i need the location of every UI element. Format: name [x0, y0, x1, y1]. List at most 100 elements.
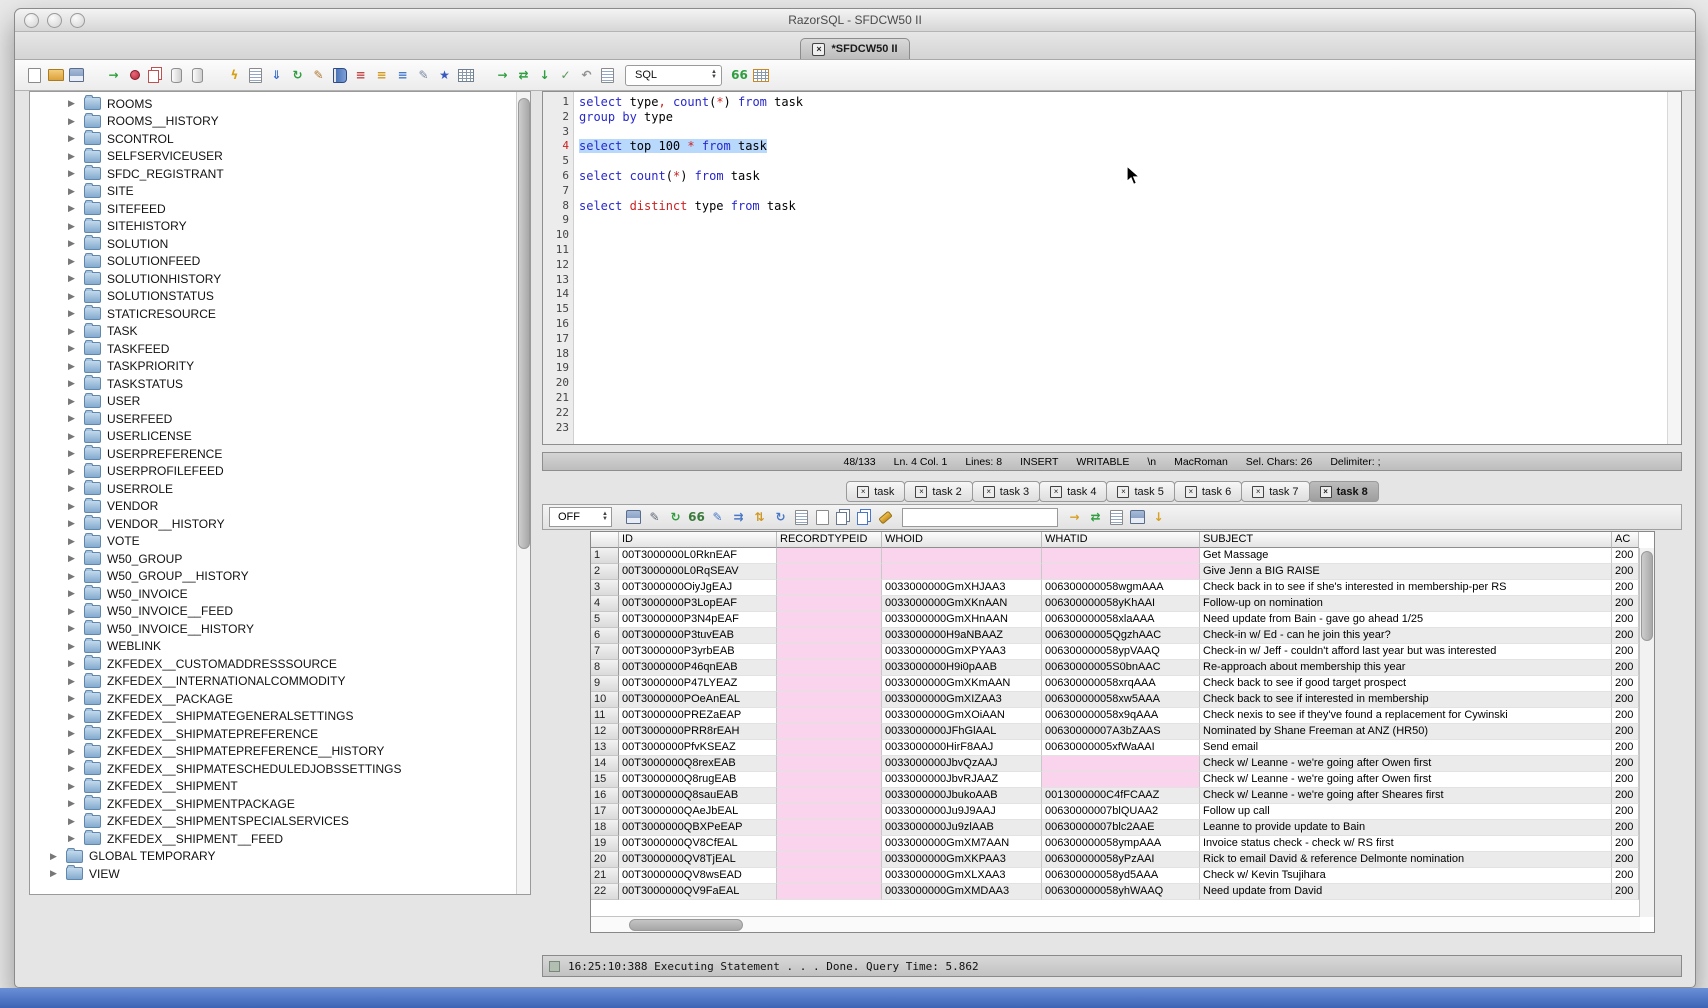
close-result-tab-icon[interactable]: ×	[1117, 486, 1129, 498]
table-cell[interactable]: 006300000058yhWAAQ	[1042, 884, 1200, 900]
download-results-icon[interactable]	[1149, 508, 1168, 527]
row-number[interactable]: 14	[591, 756, 619, 772]
table-cell[interactable]: 00630000005xfWaAAI	[1042, 740, 1200, 756]
export-results-icon[interactable]	[1086, 508, 1105, 527]
tree-item-view[interactable]: ▶VIEW	[30, 865, 516, 883]
table-cell[interactable]: 006300000058yd5AAA	[1042, 868, 1200, 884]
table-cell[interactable]: 200	[1612, 692, 1639, 708]
edit-table-data-icon[interactable]	[751, 66, 770, 85]
table-cell[interactable]: 006300000058yPzAAI	[1042, 852, 1200, 868]
tree-item-staticresource[interactable]: ▶STATICRESOURCE	[30, 305, 516, 323]
disclosure-triangle-icon[interactable]: ▶	[68, 536, 79, 547]
tree-item-userfeed[interactable]: ▶USERFEED	[30, 410, 516, 428]
tree-scrollbar[interactable]	[516, 92, 530, 894]
table-cell[interactable]	[777, 596, 882, 612]
disclosure-triangle-icon[interactable]: ▶	[68, 623, 79, 634]
table-cell[interactable]: 006300000058yKhAAI	[1042, 596, 1200, 612]
table-cell[interactable]: Check nexis to see if they've found a re…	[1200, 708, 1612, 724]
column-header-whoid[interactable]: WHOID	[882, 532, 1042, 548]
undo-icon[interactable]	[577, 66, 596, 85]
tree-item-rooms-history[interactable]: ▶ROOMS__HISTORY	[30, 113, 516, 131]
delete-connection-icon[interactable]	[146, 66, 165, 85]
result-tab-task-7[interactable]: ×task 7	[1241, 481, 1309, 502]
table-cell[interactable]	[777, 628, 882, 644]
table-cell[interactable]	[777, 836, 882, 852]
sql-editor[interactable]: 1234567891011121314151617181920212223 se…	[542, 91, 1682, 445]
open-folder-icon[interactable]	[46, 66, 65, 85]
close-window-button[interactable]	[24, 13, 39, 28]
tree-item-zkfedex-shipmategeneralsettings[interactable]: ▶ZKFEDEX__SHIPMATEGENERALSETTINGS	[30, 708, 516, 726]
table-cell[interactable]	[777, 756, 882, 772]
zoom-window-button[interactable]	[70, 13, 85, 28]
disclosure-triangle-icon[interactable]: ▶	[68, 431, 79, 442]
row-number[interactable]: 17	[591, 804, 619, 820]
tree-item-user[interactable]: ▶USER	[30, 393, 516, 411]
table-cell[interactable]: 00T3000000P47LYEAZ	[619, 676, 777, 692]
tree-item-zkfedex-shipmatepreference[interactable]: ▶ZKFEDEX__SHIPMATEPREFERENCE	[30, 725, 516, 743]
new-object-icon[interactable]	[167, 66, 186, 85]
view-record-icon[interactable]	[813, 508, 832, 527]
table-cell[interactable]: 00T3000000P3yrbEAB	[619, 644, 777, 660]
row-number[interactable]: 4	[591, 596, 619, 612]
table-cell[interactable]	[777, 564, 882, 580]
table-cell[interactable]: 0033000000GmXIZAA3	[882, 692, 1042, 708]
table-cell[interactable]: 00T3000000PRR8rEAH	[619, 724, 777, 740]
reload-table-icon[interactable]	[771, 508, 790, 527]
table-cell[interactable]: 0033000000GmXOiAAN	[882, 708, 1042, 724]
result-tab-task-2[interactable]: ×task 2	[904, 481, 972, 502]
sort-descending-icon[interactable]	[372, 66, 391, 85]
pagination-select[interactable]: OFF ▲▼	[549, 507, 612, 527]
tree-item-zkfedex-shipment[interactable]: ▶ZKFEDEX__SHIPMENT	[30, 778, 516, 796]
disclosure-triangle-icon[interactable]: ▶	[68, 343, 79, 354]
disclosure-triangle-icon[interactable]: ▶	[68, 203, 79, 214]
table-cell[interactable]: 200	[1612, 596, 1639, 612]
row-number[interactable]: 1	[591, 548, 619, 564]
new-file-icon[interactable]	[25, 66, 44, 85]
generate-script-icon[interactable]	[1107, 508, 1126, 527]
list-objects-icon[interactable]	[351, 66, 370, 85]
row-number[interactable]: 6	[591, 628, 619, 644]
save-results-icon[interactable]	[624, 508, 643, 527]
tree-item-scontrol[interactable]: ▶SCONTROL	[30, 130, 516, 148]
search-torch-icon[interactable]	[876, 508, 895, 527]
tree-item-zkfedex-internationalcommodity[interactable]: ▶ZKFEDEX__INTERNATIONALCOMMODITY	[30, 673, 516, 691]
disclosure-triangle-icon[interactable]: ▶	[68, 658, 79, 669]
table-cell[interactable]: 00T3000000P46qnEAB	[619, 660, 777, 676]
table-cell[interactable]	[1042, 772, 1200, 788]
table-cell[interactable]	[777, 868, 882, 884]
table-cell[interactable]: 00T3000000PREZaEAP	[619, 708, 777, 724]
disclosure-triangle-icon[interactable]: ▶	[68, 291, 79, 302]
table-cell[interactable]: 006300000058ympAAA	[1042, 836, 1200, 852]
execute-lightning-icon[interactable]	[225, 66, 244, 85]
close-result-tab-icon[interactable]: ×	[857, 486, 869, 498]
sort-ascending-icon[interactable]	[393, 66, 412, 85]
table-cell[interactable]: 00T3000000QBXPeEAP	[619, 820, 777, 836]
table-cell[interactable]: Check back to see if interested in membe…	[1200, 692, 1612, 708]
table-cell[interactable]: 200	[1612, 708, 1639, 724]
favorites-star-icon[interactable]	[435, 66, 454, 85]
table-cell[interactable]: Invoice status check - check w/ RS first	[1200, 836, 1612, 852]
table-cell[interactable]: 00T3000000Q8rugEAB	[619, 772, 777, 788]
table-cell[interactable]: 006300000058ypVAAQ	[1042, 644, 1200, 660]
table-cell[interactable]: 200	[1612, 628, 1639, 644]
result-tab-task-8[interactable]: ×task 8	[1309, 481, 1379, 502]
table-cell[interactable]	[777, 820, 882, 836]
refresh-results-icon[interactable]	[666, 508, 685, 527]
table-cell[interactable]: 200	[1612, 660, 1639, 676]
disclosure-triangle-icon[interactable]: ▶	[68, 186, 79, 197]
table-cell[interactable]: 00T3000000QV9FaEAL	[619, 884, 777, 900]
disclosure-triangle-icon[interactable]: ▶	[68, 501, 79, 512]
disclosure-triangle-icon[interactable]: ▶	[68, 448, 79, 459]
edit-document-icon[interactable]	[309, 66, 328, 85]
row-number[interactable]: 13	[591, 740, 619, 756]
table-cell[interactable]	[1042, 564, 1200, 580]
table-wizard-icon[interactable]	[456, 66, 475, 85]
disclosure-triangle-icon[interactable]: ▶	[68, 588, 79, 599]
table-cell[interactable]: Follow up call	[1200, 804, 1612, 820]
disclosure-triangle-icon[interactable]: ▶	[50, 851, 61, 862]
import-data-icon[interactable]	[288, 66, 307, 85]
table-cell[interactable]: 00630000005QgzhAAC	[1042, 628, 1200, 644]
table-cell[interactable]	[1042, 548, 1200, 564]
table-cell[interactable]	[777, 644, 882, 660]
table-cell[interactable]: 00T3000000P3tuvEAB	[619, 628, 777, 644]
